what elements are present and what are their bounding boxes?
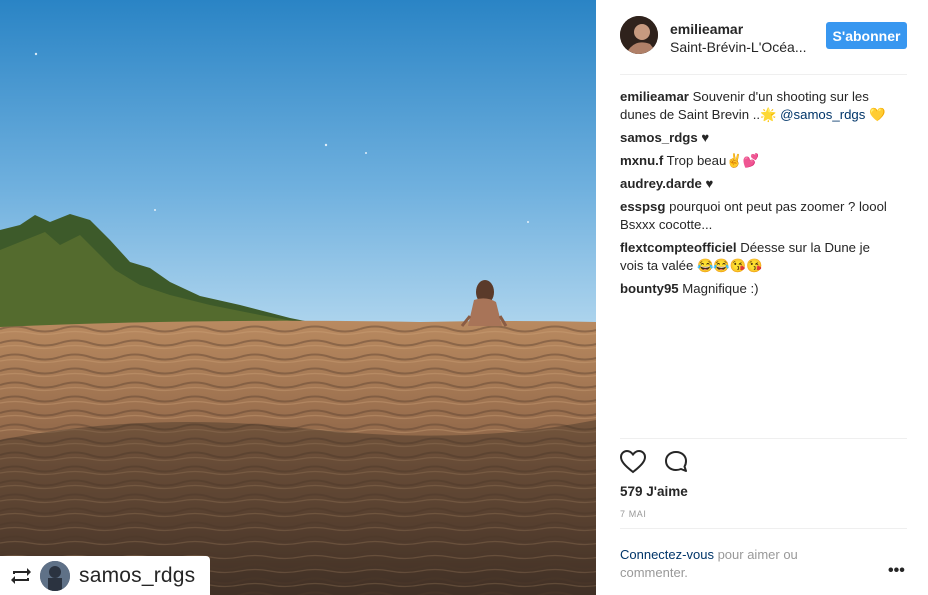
comment-username[interactable]: flextcompteofficiel — [620, 240, 737, 255]
post-photo[interactable]: samos_rdgs — [0, 0, 596, 595]
likes-count[interactable]: 579 J'aime — [620, 484, 688, 499]
star-emoji-icon: 🌟 — [760, 107, 777, 122]
comment-username[interactable]: bounty95 — [620, 281, 679, 296]
divider — [620, 438, 907, 439]
post-date[interactable]: 7 MAI — [620, 509, 647, 519]
comment-username[interactable]: mxnu.f — [620, 153, 663, 168]
comment-text: Magnifique :) — [682, 281, 759, 296]
comment-item: audrey.darde ♥ — [620, 175, 892, 193]
comment-item: samos_rdgs ♥ — [620, 129, 892, 147]
yellow-heart-icon: 💛 — [869, 107, 886, 122]
comment-item: esspsg pourquoi ont peut pas zoomer ? lo… — [620, 198, 892, 234]
caption-username[interactable]: emilieamar — [620, 89, 689, 104]
comment-item: mxnu.f Trop beau✌💕 — [620, 152, 892, 170]
repost-avatar — [40, 560, 70, 591]
comment-username[interactable]: audrey.darde — [620, 176, 702, 191]
follow-button[interactable]: S'abonner — [826, 22, 907, 49]
login-prompt: Connectez-vous pour aimer ou commenter. — [620, 546, 850, 582]
heart-outline-icon[interactable] — [619, 449, 647, 476]
comment-text: ♥ — [705, 176, 714, 191]
repost-username: samos_rdgs — [79, 563, 196, 587]
login-link[interactable]: Connectez-vous — [620, 547, 714, 562]
post-header: emilieamar Saint-Brévin-L'Océa... S'abon… — [620, 14, 907, 75]
comment-username[interactable]: samos_rdgs — [620, 130, 698, 145]
repost-icon — [6, 561, 36, 591]
post-actions — [619, 449, 690, 476]
comment-username[interactable]: esspsg — [620, 199, 665, 214]
post-location[interactable]: Saint-Brévin-L'Océa... — [670, 39, 807, 55]
post-username[interactable]: emilieamar — [670, 21, 743, 37]
comment-item: bounty95 Magnifique :) — [620, 280, 892, 298]
comment-item: flextcompteofficiel Déesse sur la Dune j… — [620, 239, 892, 275]
more-options-icon[interactable]: ••• — [888, 562, 905, 580]
comment-text: Trop beau✌💕 — [666, 153, 760, 168]
comments-list: emilieamar Souvenir d'un shooting sur le… — [620, 88, 892, 303]
divider — [620, 528, 907, 529]
caption-mention[interactable]: @samos_rdgs — [780, 107, 865, 122]
comment-text: ♥ — [701, 130, 710, 145]
avatar[interactable] — [620, 16, 658, 54]
speech-bubble-icon[interactable] — [664, 450, 690, 476]
caption: emilieamar Souvenir d'un shooting sur le… — [620, 88, 892, 124]
repost-badge: samos_rdgs — [0, 556, 210, 595]
dune-photo-image — [0, 0, 596, 595]
post-side-panel: emilieamar Saint-Brévin-L'Océa... S'abon… — [596, 0, 928, 595]
